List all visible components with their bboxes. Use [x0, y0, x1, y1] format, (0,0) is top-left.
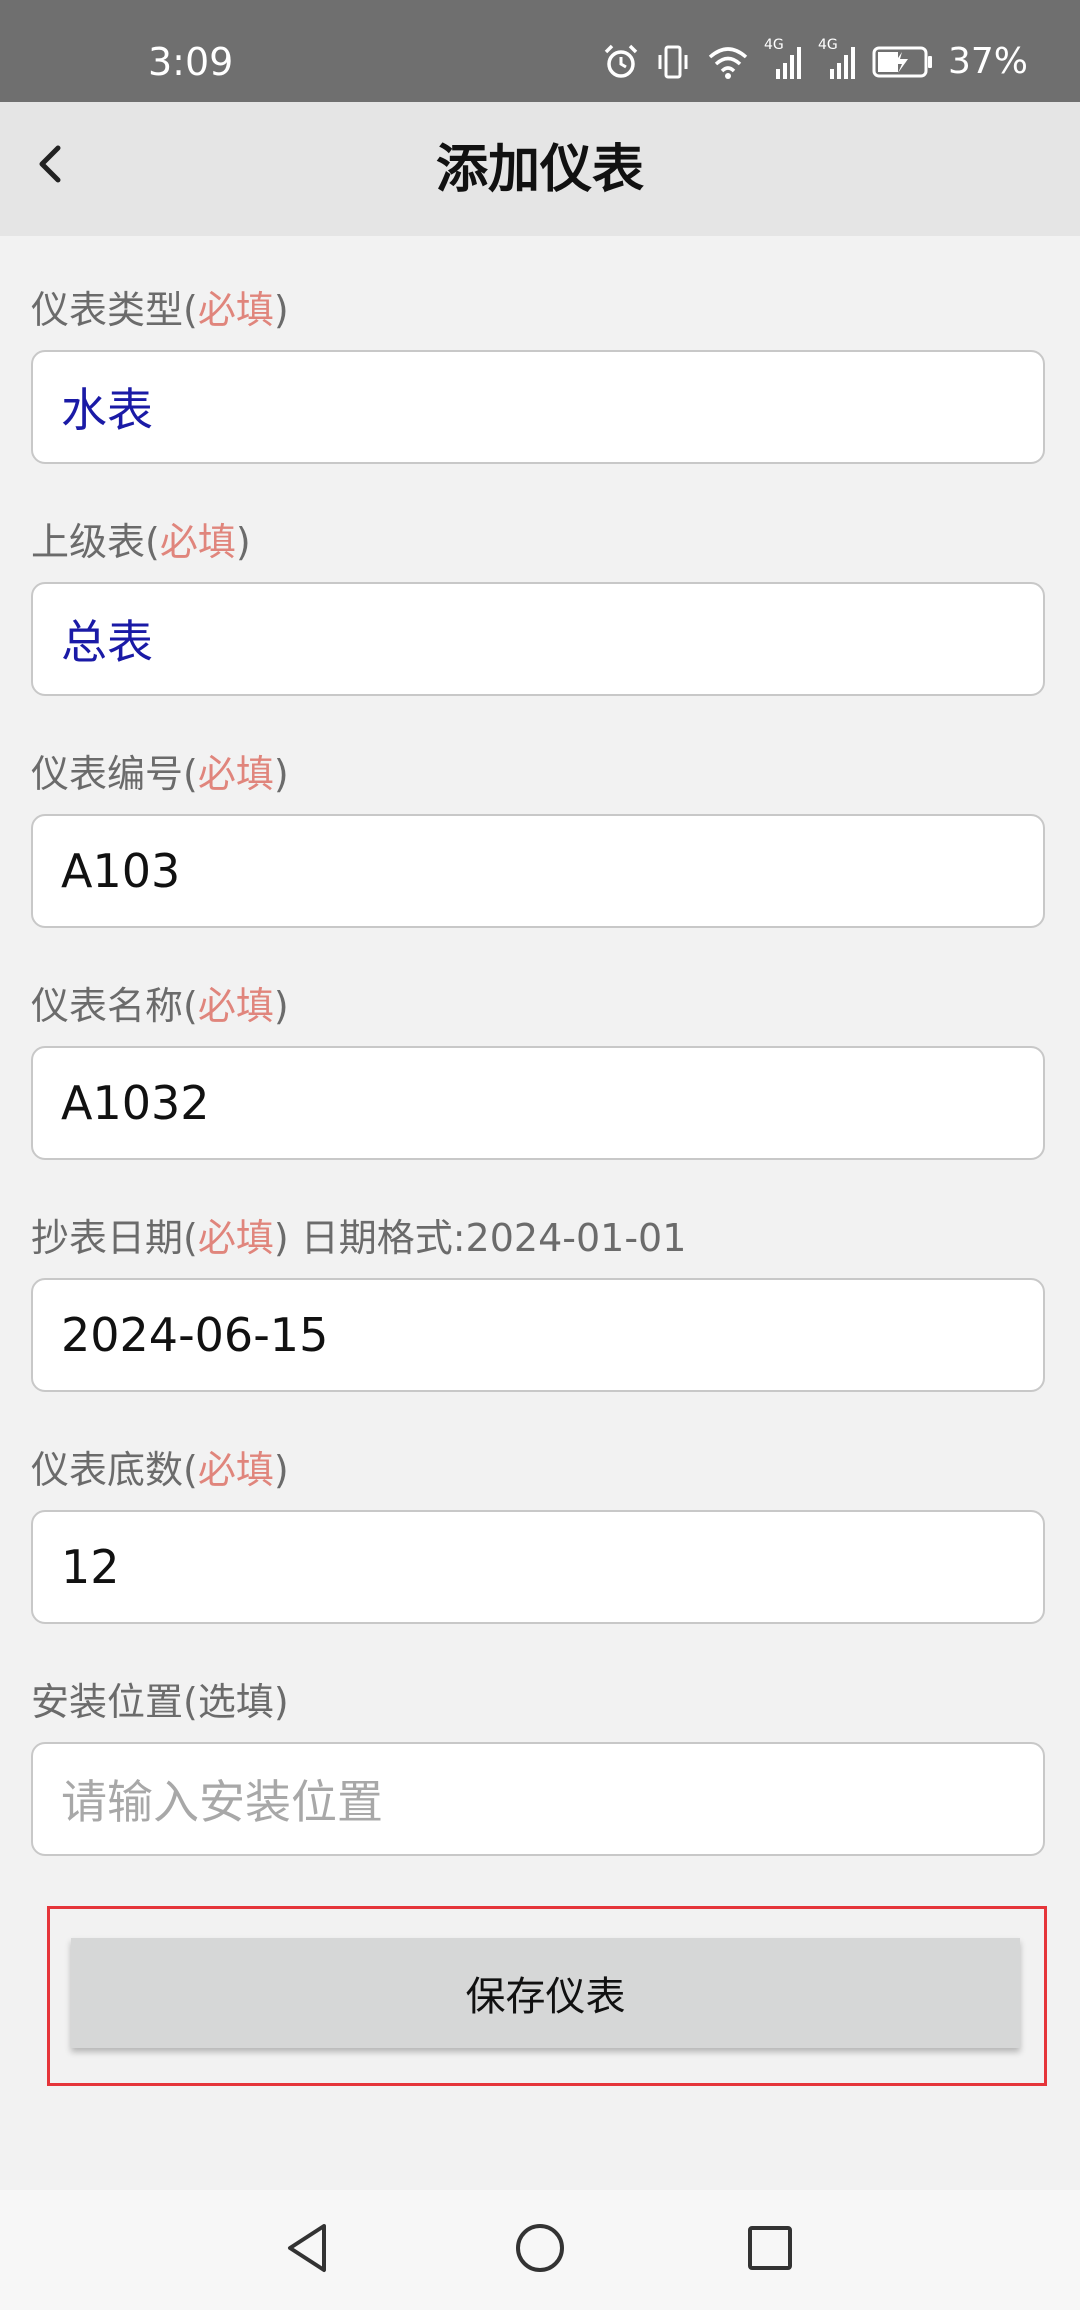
label-text: 上级表( [31, 520, 160, 564]
parent-meter-select[interactable]: 总表 [31, 582, 1045, 696]
nav-recents-button[interactable] [730, 2210, 810, 2290]
field-label: 仪表底数(必填) [31, 1446, 289, 1494]
field-label: 仪表名称(必填) [31, 982, 289, 1030]
install-location-placeholder: 请输入安装位置 [61, 1775, 383, 1829]
required-tag: 必填 [197, 288, 274, 332]
field-initial-reading: 仪表底数(必填) 12 [31, 1396, 1049, 1628]
required-tag: 必填 [197, 752, 274, 796]
nav-home-button[interactable] [500, 2210, 580, 2290]
meter-type-value: 水表 [61, 383, 153, 437]
signal-4g-icon: 4G [818, 37, 858, 81]
signal-4g-label: 4G [817, 37, 838, 53]
field-meter-name: 仪表名称(必填) A1032 [31, 932, 1049, 1164]
install-location-input[interactable]: 请输入安装位置 [31, 1742, 1045, 1856]
label-text-end: ) [273, 752, 289, 796]
meter-form: 仪表类型(必填) 水表 上级表(必填) 总表 仪表编号(必填) A103 仪表名… [31, 236, 1049, 1860]
field-meter-number: 仪表编号(必填) A103 [31, 700, 1049, 932]
field-label: 安装位置(选填) [31, 1678, 289, 1726]
status-time: 3:09 [148, 40, 234, 84]
label-text: 抄表日期( [31, 1216, 198, 1260]
required-tag: 必填 [197, 1448, 274, 1492]
required-tag: 必填 [197, 984, 274, 1028]
signal-4g-label: 4G [763, 37, 784, 53]
field-label: 仪表类型(必填) [31, 286, 289, 334]
field-label: 上级表(必填) [31, 518, 251, 566]
nav-bar [0, 2190, 1080, 2310]
reading-date-input[interactable]: 2024-06-15 [31, 1278, 1045, 1392]
meter-name-value: A1032 [61, 1076, 210, 1130]
label-text-end: ) [273, 288, 289, 332]
required-tag: 必填 [159, 520, 236, 564]
page-title: 添加仪表 [435, 140, 644, 200]
label-text: 仪表类型( [31, 288, 198, 332]
label-text: 仪表名称( [31, 984, 198, 1028]
field-parent-meter: 上级表(必填) 总表 [31, 468, 1049, 700]
battery-charging-icon [872, 45, 934, 79]
alarm-icon [602, 43, 640, 81]
field-reading-date: 抄表日期(必填) 日期格式:2024-01-01 2024-06-15 [31, 1164, 1049, 1396]
meter-number-input[interactable]: A103 [31, 814, 1045, 928]
vibrate-icon [654, 43, 692, 81]
initial-reading-value: 12 [61, 1540, 120, 1594]
signal-4g-icon: 4G [764, 37, 804, 81]
field-meter-type: 仪表类型(必填) 水表 [31, 236, 1049, 468]
meter-type-select[interactable]: 水表 [31, 350, 1045, 464]
back-triangle-icon [284, 2222, 332, 2278]
status-icons: 4G 4G 37% [602, 36, 1028, 88]
screen: 3:09 4G 4G 37% 添加仪表 仪表类型(必填) 水表 上级表(必填) … [0, 0, 1080, 2310]
label-text-end: ) [235, 520, 251, 564]
label-text-end: ) [273, 1216, 289, 1260]
required-tag: 必填 [197, 1216, 274, 1260]
home-circle-icon [514, 2222, 566, 2278]
status-bar: 3:09 4G 4G 37% [0, 0, 1080, 102]
wifi-icon [706, 43, 750, 81]
meter-name-input[interactable]: A1032 [31, 1046, 1045, 1160]
reading-date-value: 2024-06-15 [61, 1308, 329, 1362]
field-label: 抄表日期(必填) 日期格式:2024-01-01 [31, 1214, 686, 1262]
label-text: 仪表编号( [31, 752, 198, 796]
label-text-end: ) [273, 1448, 289, 1492]
date-format-hint: 日期格式:2024-01-01 [288, 1216, 687, 1260]
nav-back-button[interactable] [268, 2210, 348, 2290]
battery-percent: 37% [947, 41, 1028, 82]
initial-reading-input[interactable]: 12 [31, 1510, 1045, 1624]
parent-meter-value: 总表 [61, 615, 153, 669]
label-text: 安装位置(选填) [31, 1680, 289, 1724]
label-text: 仪表底数( [31, 1448, 198, 1492]
field-label: 仪表编号(必填) [31, 750, 289, 798]
field-install-location: 安装位置(选填) 请输入安装位置 [31, 1628, 1049, 1860]
save-meter-button[interactable]: 保存仪表 [71, 1938, 1020, 2048]
label-text-end: ) [273, 984, 289, 1028]
app-bar: 添加仪表 [0, 102, 1080, 236]
meter-number-value: A103 [61, 844, 181, 898]
recents-square-icon [746, 2224, 794, 2276]
